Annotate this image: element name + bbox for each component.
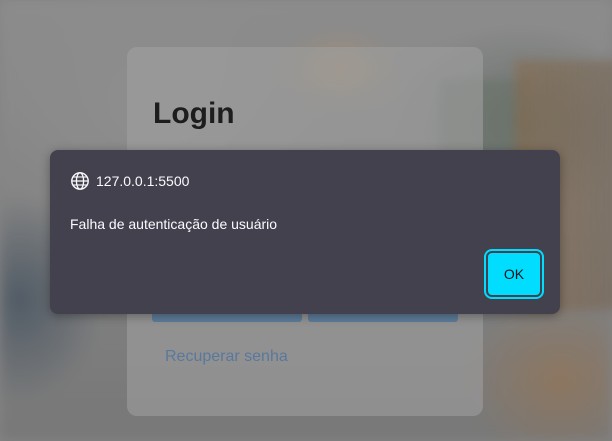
ok-button[interactable]: OK: [486, 251, 542, 297]
dialog-origin: 127.0.0.1:5500: [70, 171, 189, 191]
page: Login Recuperar senha 127.0.0.1:5500 Fal…: [0, 0, 612, 441]
globe-icon: [70, 171, 90, 191]
alert-dialog: 127.0.0.1:5500 Falha de autenticação de …: [50, 150, 560, 314]
dialog-message: Falha de autenticação de usuário: [70, 216, 278, 232]
dialog-origin-text: 127.0.0.1:5500: [96, 173, 190, 189]
